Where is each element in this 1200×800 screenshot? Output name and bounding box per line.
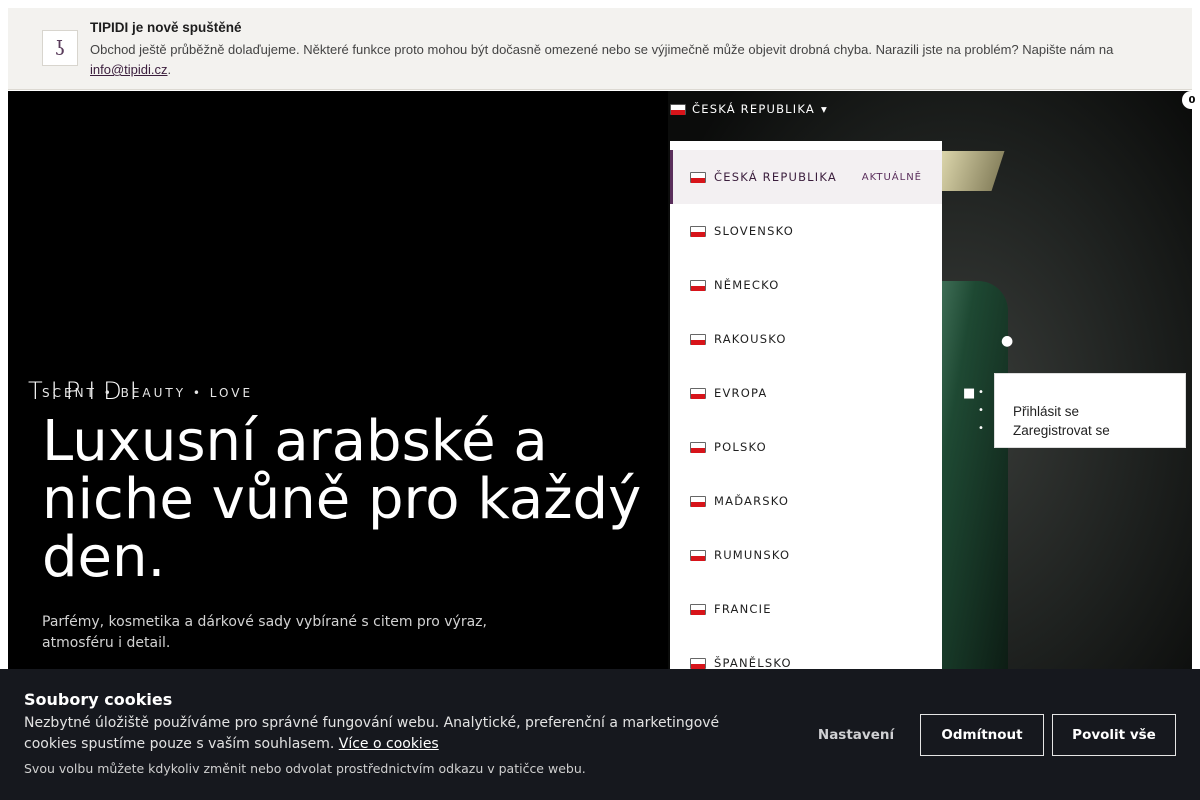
country-name: POLSKO <box>714 440 767 454</box>
country-item-madarsko[interactable]: MAĎARSKO <box>670 474 942 528</box>
flag-icon <box>690 387 706 399</box>
cookie-accept-button[interactable]: Povolit vše <box>1052 714 1176 756</box>
country-selector-button[interactable]: ČESKÁ REPUBLIKA ▾ <box>670 102 828 116</box>
country-item-spanelsko[interactable]: ŠPANĚLSKO <box>670 636 942 671</box>
current-country-badge: AKTUÁLNĚ <box>861 171 922 183</box>
country-name: FRANCIE <box>714 602 772 616</box>
cookie-note: Svou volbu můžete kdykoliv změnit nebo o… <box>24 761 586 776</box>
country-item-evropa[interactable]: EVROPA <box>670 366 942 420</box>
country-item-slovensko[interactable]: SLOVENSKO <box>670 204 942 258</box>
register-link[interactable]: Zaregistrovat se <box>1013 421 1185 440</box>
cart-count-badge: 0 <box>1182 91 1200 109</box>
country-name: EVROPA <box>714 386 768 400</box>
info-icon: ʖ <box>42 30 78 66</box>
notice-end: . <box>167 62 172 77</box>
country-name: SLOVENSKO <box>714 224 794 238</box>
notice-title: TIPIDI je nově spuštěné <box>90 20 242 35</box>
account-menu: Přihlásit se Zaregistrovat se <box>994 373 1186 448</box>
country-name: MAĎARSKO <box>714 494 790 508</box>
hero-subtitle: Parfémy, kosmetika a dárkové sady vybíra… <box>42 614 487 651</box>
cookie-banner: Soubory cookies Nezbytné úložiště použív… <box>0 669 1200 800</box>
flag-icon <box>690 549 706 561</box>
cookie-title: Soubory cookies <box>24 690 173 709</box>
notice-text: Obchod ještě průběžně dolaďujeme. Někter… <box>90 40 1170 80</box>
country-name: NĚMECKO <box>714 278 780 292</box>
country-item-nemecko[interactable]: NĚMECKO <box>670 258 942 312</box>
country-item-ceska-republika[interactable]: ČESKÁ REPUBLIKA AKTUÁLNĚ <box>670 150 942 204</box>
country-name: RUMUNSKO <box>714 548 791 562</box>
user-icon[interactable]: ● <box>1001 333 1013 349</box>
country-name: ŠPANĚLSKO <box>714 656 792 670</box>
flag-icon <box>690 333 706 345</box>
hero-title: Luxusní arabské a niche vůně pro každý d… <box>42 409 642 590</box>
flag-icon <box>690 279 706 291</box>
flag-icon <box>690 441 706 453</box>
flag-icon <box>690 495 706 507</box>
login-link[interactable]: Přihlásit se <box>1013 402 1185 421</box>
account-list-markers: • • • <box>978 387 984 434</box>
cookie-more-link[interactable]: Více o cookies <box>339 736 439 752</box>
brand-tagline: SCENT • BEAUTY • LOVE <box>42 386 254 400</box>
country-name: ČESKÁ REPUBLIKA <box>714 170 837 184</box>
cookie-settings-button[interactable]: Nastavení <box>800 714 912 756</box>
country-item-rakousko[interactable]: RAKOUSKO <box>670 312 942 366</box>
flag-icon <box>690 657 706 669</box>
cookie-text: Nezbytné úložiště používáme pro správné … <box>24 713 764 755</box>
country-name: RAKOUSKO <box>714 332 787 346</box>
cart-icon[interactable]: ■ <box>963 386 975 401</box>
chevron-down-icon: ▾ <box>820 102 828 116</box>
flag-icon <box>690 603 706 615</box>
czech-flag-icon <box>670 103 686 115</box>
country-selector-label: ČESKÁ REPUBLIKA <box>692 102 815 116</box>
cookie-reject-button[interactable]: Odmítnout <box>920 714 1044 756</box>
country-item-francie[interactable]: FRANCIE <box>670 582 942 636</box>
launch-notice: ʖ TIPIDI je nově spuštěné Obchod ještě p… <box>8 8 1192 90</box>
country-item-polsko[interactable]: POLSKO <box>670 420 942 474</box>
flag-icon <box>690 225 706 237</box>
flag-icon <box>690 171 706 183</box>
notice-body: Obchod ještě průběžně dolaďujeme. Někter… <box>90 42 1114 57</box>
support-email-link[interactable]: info@tipidi.cz <box>90 62 168 77</box>
country-dropdown: ČESKÁ REPUBLIKA AKTUÁLNĚ SLOVENSKO NĚMEC… <box>670 141 942 671</box>
country-item-rumunsko[interactable]: RUMUNSKO <box>670 528 942 582</box>
